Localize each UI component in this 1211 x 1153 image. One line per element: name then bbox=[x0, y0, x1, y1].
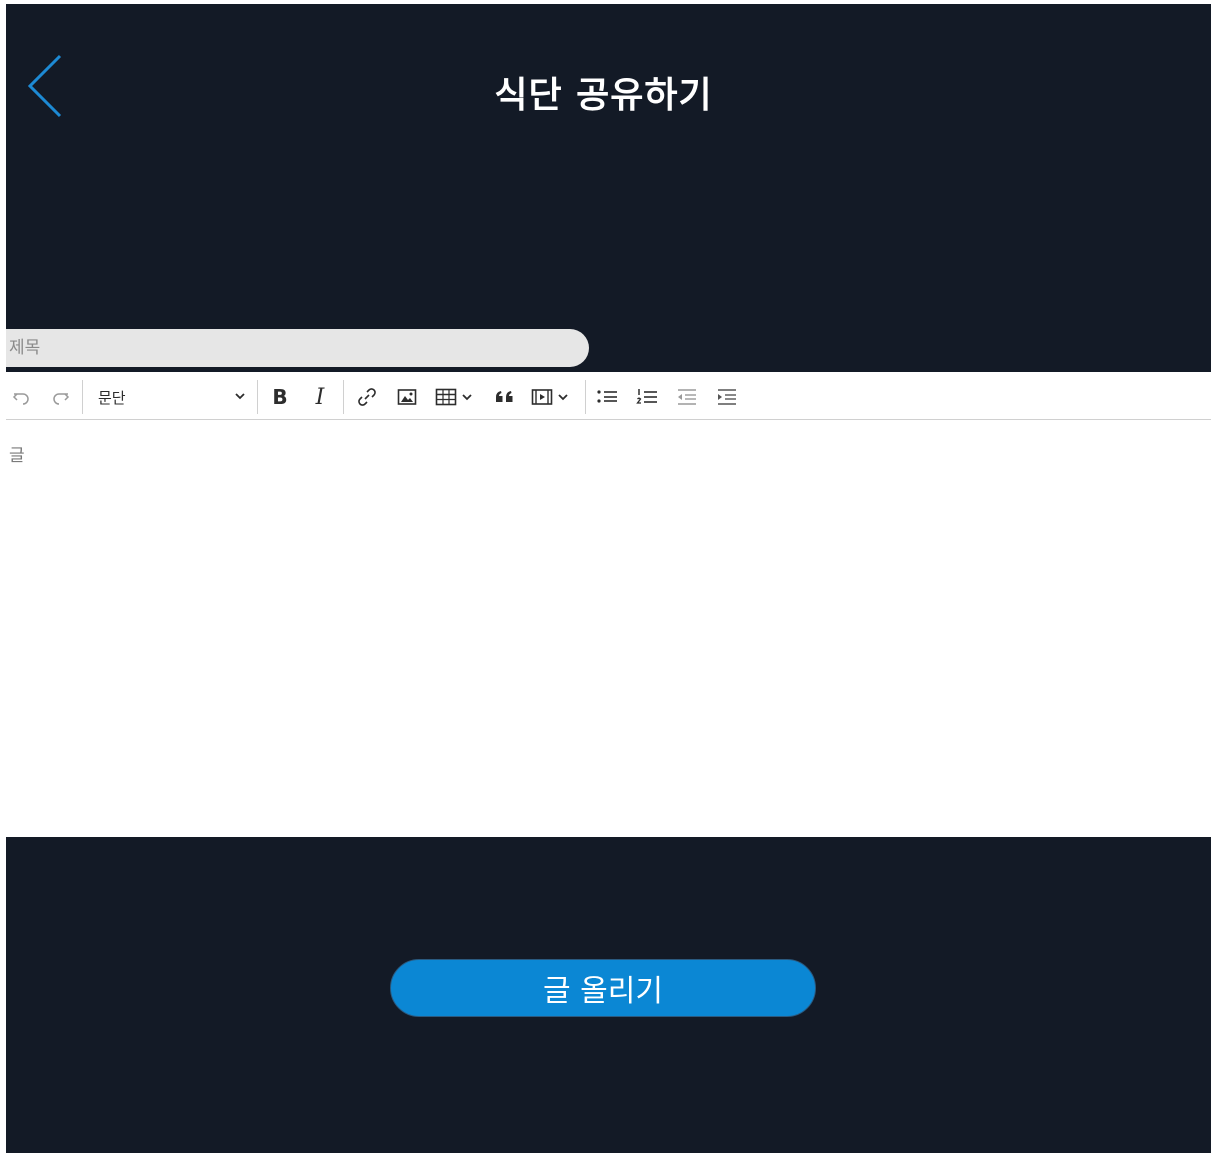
link-icon bbox=[358, 388, 376, 406]
toolbar-separator bbox=[343, 380, 344, 414]
chevron-down-icon bbox=[235, 393, 245, 400]
rich-text-editor: 문단 B I 글 bbox=[6, 372, 1211, 837]
quote-icon bbox=[496, 391, 513, 402]
paragraph-format-select[interactable]: 문단 bbox=[96, 384, 246, 410]
app-window: 식단 공유하기 문단 bbox=[6, 4, 1211, 1153]
numbered-list-icon bbox=[636, 389, 657, 404]
toolbar-separator bbox=[257, 380, 258, 414]
chevron-down-icon bbox=[558, 394, 568, 401]
redo-icon bbox=[53, 393, 70, 405]
toolbar-separator bbox=[82, 380, 83, 414]
editor-content-area[interactable]: 글 bbox=[6, 421, 1211, 837]
insert-table-button[interactable] bbox=[435, 384, 479, 410]
indent-button[interactable] bbox=[715, 384, 739, 410]
outdent-icon bbox=[678, 389, 696, 405]
indent-icon bbox=[718, 389, 736, 405]
editor-toolbar: 문단 B I bbox=[6, 372, 1211, 420]
numbered-list-button[interactable] bbox=[635, 384, 659, 410]
block-quote-button[interactable] bbox=[493, 384, 517, 410]
bulleted-list-icon bbox=[597, 390, 617, 403]
media-icon bbox=[531, 389, 553, 405]
title-input[interactable] bbox=[6, 329, 589, 367]
chevron-down-icon bbox=[462, 394, 472, 401]
link-button[interactable] bbox=[355, 384, 379, 410]
italic-button[interactable]: I bbox=[308, 384, 332, 410]
bulleted-list-button[interactable] bbox=[595, 384, 619, 410]
outdent-button[interactable] bbox=[675, 384, 699, 410]
page-title: 식단 공유하기 bbox=[494, 75, 713, 116]
paragraph-format-label: 문단 bbox=[98, 389, 126, 407]
toolbar-separator bbox=[585, 380, 586, 414]
insert-media-button[interactable] bbox=[531, 384, 577, 410]
table-icon bbox=[435, 388, 457, 406]
undo-button[interactable] bbox=[8, 384, 34, 410]
submit-post-button[interactable]: 글 올리기 bbox=[390, 959, 816, 1017]
redo-button[interactable] bbox=[48, 384, 74, 410]
content-placeholder: 글 bbox=[9, 446, 25, 466]
undo-icon bbox=[12, 393, 29, 405]
bold-button[interactable]: B bbox=[268, 384, 292, 410]
insert-image-button[interactable] bbox=[395, 384, 419, 410]
image-icon bbox=[397, 389, 417, 405]
